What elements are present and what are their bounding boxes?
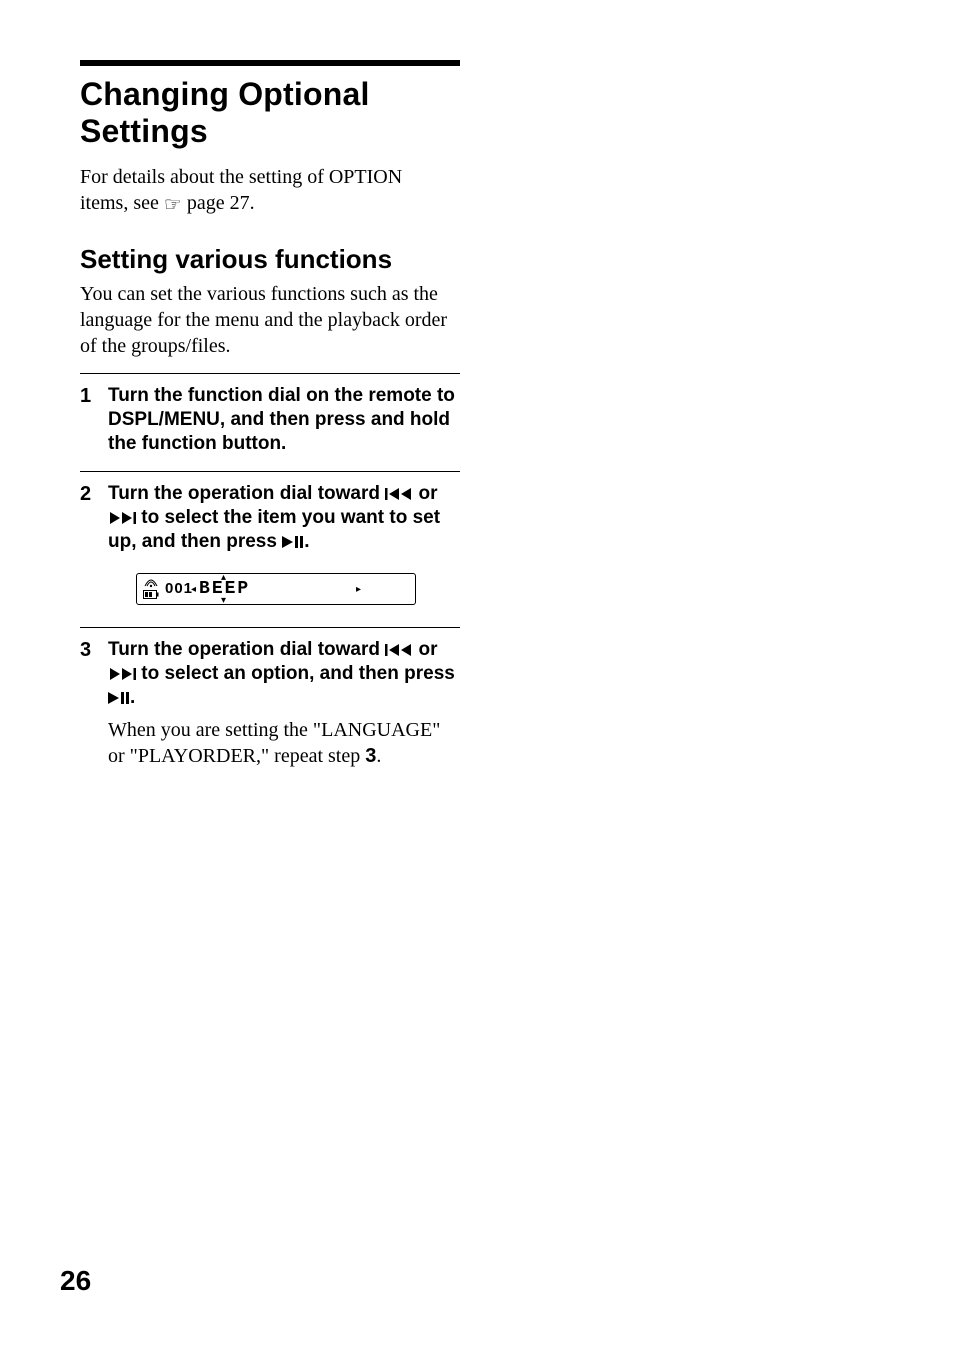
step-ref: 3 [365,745,376,767]
step-body: Turn the function dial on the remote to … [108,384,460,457]
page: Changing Optional Settings For details a… [0,0,954,1357]
text: or [413,639,437,660]
step-3-title: Turn the operation dial toward or to sel… [108,638,460,711]
step-separator [80,627,460,628]
see-page-icon: ☞ [164,192,182,218]
text: or [413,483,437,504]
text: to select the item you want to set up, a… [108,507,440,552]
step-number: 2 [80,482,98,506]
intro-line2a: items, see [80,192,164,214]
lcd-counter: 001 [165,580,193,597]
step-separator [80,373,460,374]
play-pause-icon [282,535,304,549]
text: Turn the operation dial toward [108,483,385,504]
play-pause-icon [108,691,130,705]
text: When you are setting the "LANGUAGE" or "… [108,719,440,767]
subsection-title: Setting various functions [80,244,460,275]
subsection-intro: You can set the various functions such a… [80,281,460,359]
step-2-title: Turn the operation dial toward or to sel… [108,482,460,555]
prev-track-icon [385,643,413,657]
text: . [304,531,309,552]
step-body: Turn the operation dial toward or to sel… [108,638,460,769]
step-3: 3 Turn the operation dial toward or to s… [80,638,460,769]
content-column: Changing Optional Settings For details a… [80,60,460,769]
text: Turn the operation dial toward [108,639,385,660]
step-1: 1 Turn the function dial on the remote t… [80,384,460,457]
section-title: Changing Optional Settings [80,76,460,150]
lcd-status-icons [143,578,159,599]
step-2: 2 Turn the operation dial toward or to s… [80,482,460,605]
lcd-display: 001 ▴ ▾ ◂ ▸ BEEP [136,573,416,605]
step-1-title: Turn the function dial on the remote to … [108,384,460,457]
battery-icon [143,590,159,599]
lcd-text-wrap: ▴ ▾ ◂ ▸ BEEP [199,574,409,604]
signal-icon [143,578,159,588]
step-number: 1 [80,384,98,408]
intro-paragraph: For details about the setting of OPTION … [80,164,460,218]
step-3-note: When you are setting the "LANGUAGE" or "… [108,717,460,769]
left-arrow-icon: ◂ [191,584,196,595]
page-number: 26 [60,1265,91,1297]
intro-line1: For details about the setting of OPTION [80,166,402,188]
step-body: Turn the operation dial toward or to sel… [108,482,460,605]
right-arrow-icon: ▸ [356,584,361,595]
lcd-text: BEEP [199,579,250,599]
intro-line2b: page 27. [182,192,255,214]
heading-rule [80,60,460,66]
text: to select an option, and then press [136,663,455,684]
text: . [130,687,135,708]
step-number: 3 [80,638,98,662]
text: . [376,745,381,767]
next-track-icon [108,667,136,681]
prev-track-icon [385,487,413,501]
step-separator [80,471,460,472]
next-track-icon [108,511,136,525]
